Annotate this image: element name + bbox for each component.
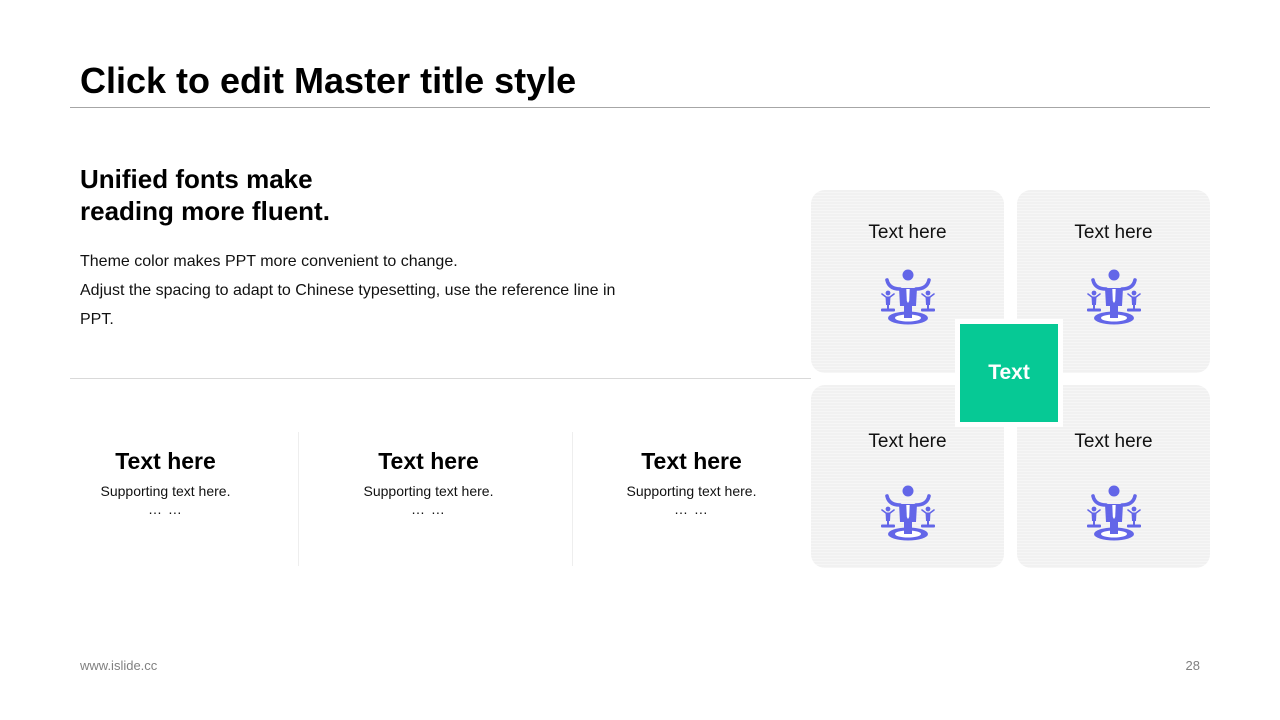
- balance-person-icon: [1085, 268, 1143, 326]
- feature-column-1[interactable]: Text here Supporting text here. … …: [34, 432, 297, 566]
- column-title: Text here: [378, 448, 479, 474]
- balance-person-icon: [879, 268, 937, 326]
- column-title: Text here: [115, 448, 216, 474]
- title-divider: [70, 107, 1210, 108]
- heading-line-2: reading more fluent.: [80, 196, 330, 226]
- footer-url: www.islide.cc: [80, 658, 158, 673]
- feature-column-2[interactable]: Text here Supporting text here. … …: [297, 432, 560, 566]
- column-ellipsis: … …: [148, 501, 183, 517]
- column-ellipsis: … …: [674, 501, 709, 517]
- feature-column-3[interactable]: Text here Supporting text here. … …: [560, 432, 823, 566]
- column-title: Text here: [641, 448, 742, 474]
- card-label: Text here: [868, 431, 947, 452]
- card-label: Text here: [868, 222, 947, 243]
- column-subtitle: Supporting text here.: [100, 483, 231, 499]
- body-line-2: Adjust the spacing to adapt to Chinese t…: [80, 282, 616, 328]
- page-number: 28: [1185, 658, 1200, 673]
- section-heading[interactable]: Unified fonts make reading more fluent.: [80, 163, 330, 227]
- body-line-1: Theme color makes PPT more convenient to…: [80, 253, 458, 270]
- balance-person-icon: [879, 484, 937, 542]
- heading-line-1: Unified fonts make: [80, 164, 313, 194]
- card-label: Text here: [1074, 222, 1153, 243]
- card-label: Text here: [1074, 431, 1153, 452]
- center-label-box[interactable]: Text: [955, 319, 1063, 427]
- column-subtitle: Supporting text here.: [363, 483, 494, 499]
- balance-person-icon: [1085, 484, 1143, 542]
- section-divider: [70, 378, 811, 379]
- body-text[interactable]: Theme color makes PPT more convenient to…: [80, 247, 620, 334]
- column-ellipsis: … …: [411, 501, 446, 517]
- column-subtitle: Supporting text here.: [626, 483, 757, 499]
- slide-title[interactable]: Click to edit Master title style: [80, 60, 576, 102]
